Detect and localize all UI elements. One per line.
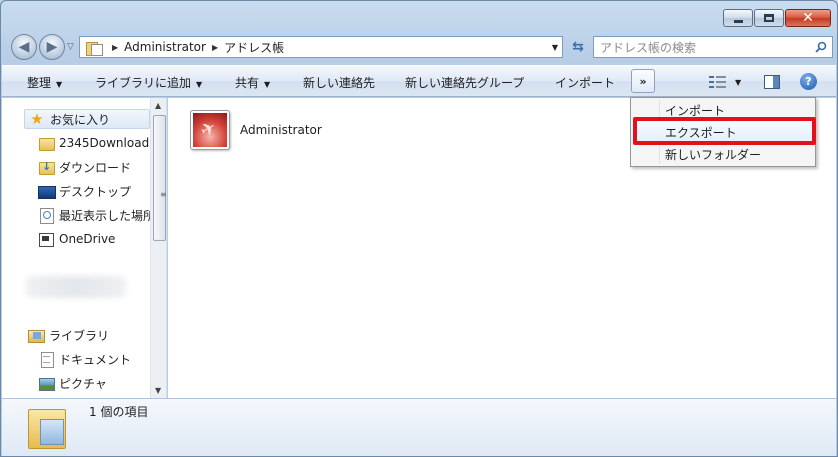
share-button[interactable]: 共有 ▼ bbox=[235, 74, 270, 91]
search-placeholder: アドレス帳の検索 bbox=[600, 40, 697, 55]
onedrive-icon bbox=[38, 231, 54, 247]
sidebar-item-label: ライブラリ bbox=[49, 328, 110, 343]
preview-pane-icon[interactable] bbox=[764, 75, 780, 89]
back-button[interactable]: ◀ bbox=[11, 34, 37, 60]
grip-icon: ≡ bbox=[160, 190, 167, 199]
downloads-folder-icon bbox=[38, 159, 55, 175]
search-input[interactable]: アドレス帳の検索 bbox=[593, 36, 833, 58]
sidebar-item-label: OneDrive bbox=[59, 232, 116, 246]
contact-icon bbox=[190, 110, 230, 150]
navigation-pane: ★ お気に入り 2345Downloads ダウンロード デスクトップ 最近表示… bbox=[2, 98, 167, 398]
menu-item-export[interactable]: エクスポート bbox=[631, 121, 815, 143]
scroll-up-icon[interactable]: ▲ bbox=[155, 101, 161, 110]
share-label: 共有 bbox=[235, 76, 260, 90]
back-arrow-icon: ◀ bbox=[18, 39, 30, 55]
address-dropdown-icon[interactable]: ▼ bbox=[552, 43, 558, 52]
more-commands-button[interactable]: » bbox=[631, 69, 655, 93]
scroll-down-icon[interactable]: ▼ bbox=[155, 386, 161, 395]
details-pane: 1 個の項目 bbox=[2, 398, 836, 456]
sidebar-item-label: ドキュメント bbox=[59, 352, 132, 367]
chevron-down-icon: ▼ bbox=[56, 80, 63, 89]
maximize-button[interactable] bbox=[754, 9, 784, 27]
sidebar-item-downloads[interactable]: ダウンロード bbox=[38, 157, 131, 177]
item-count: 1 個の項目 bbox=[89, 405, 149, 419]
refresh-icon: ⇆ bbox=[572, 39, 584, 55]
list-item[interactable]: Administrator bbox=[190, 110, 322, 150]
refresh-button[interactable]: ⇆ bbox=[567, 36, 589, 58]
breadcrumb-address-book[interactable]: アドレス帳 bbox=[224, 39, 284, 56]
organize-label: 整理 bbox=[27, 76, 52, 90]
change-view-button[interactable]: ▼ bbox=[709, 74, 741, 90]
explorer-window: ✕ ◀ ▶ ▽ ▶ Administrator ▶ アドレス帳 ▼ ⇆ アドレス… bbox=[0, 0, 838, 457]
chevron-down-icon: ▼ bbox=[735, 77, 742, 87]
sidebar-item-desktop[interactable]: デスクトップ bbox=[38, 181, 131, 201]
minimize-button[interactable] bbox=[723, 9, 753, 27]
sidebar-item-documents[interactable]: ドキュメント bbox=[38, 349, 131, 369]
nav-scrollbar[interactable]: ▲ ≡ ▼ bbox=[150, 98, 166, 398]
minimize-icon bbox=[733, 19, 743, 23]
blurred-item bbox=[26, 276, 126, 298]
overflow-menu: インポート エクスポート 新しいフォルダー bbox=[630, 97, 816, 167]
search-icon[interactable] bbox=[815, 41, 827, 53]
chevron-down-icon: ▼ bbox=[264, 80, 271, 89]
star-icon: ★ bbox=[30, 110, 44, 128]
add-to-library-label: ライブラリに追加 bbox=[95, 76, 192, 90]
contacts-folder-icon bbox=[86, 40, 103, 56]
recent-places-icon bbox=[38, 207, 54, 224]
new-contact-group-button[interactable]: 新しい連絡先グループ bbox=[405, 74, 524, 91]
maximize-icon bbox=[764, 14, 774, 22]
breadcrumb-separator-icon[interactable]: ▶ bbox=[212, 43, 218, 52]
close-icon: ✕ bbox=[802, 10, 814, 26]
address-bar[interactable]: ▶ Administrator ▶ アドレス帳 ▼ bbox=[79, 36, 563, 58]
sidebar-item-label: ダウンロード bbox=[59, 160, 132, 175]
add-to-library-button[interactable]: ライブラリに追加 ▼ bbox=[95, 74, 202, 91]
forward-arrow-icon: ▶ bbox=[46, 39, 58, 55]
contact-name: Administrator bbox=[240, 123, 322, 137]
menu-item-import[interactable]: インポート bbox=[631, 99, 815, 121]
sidebar-item-libraries[interactable]: ライブラリ bbox=[28, 325, 109, 345]
sidebar-item-label: お気に入り bbox=[50, 112, 111, 127]
forward-button[interactable]: ▶ bbox=[39, 34, 65, 60]
chevron-down-icon: ▼ bbox=[196, 80, 203, 89]
menu-item-new-folder[interactable]: 新しいフォルダー bbox=[631, 143, 815, 165]
sidebar-item-pictures[interactable]: ピクチャ bbox=[38, 373, 107, 393]
breadcrumb-administrator[interactable]: Administrator bbox=[124, 40, 206, 54]
organize-button[interactable]: 整理 ▼ bbox=[27, 74, 62, 91]
pictures-icon bbox=[38, 375, 55, 391]
views-icon bbox=[709, 74, 727, 90]
sidebar-item-onedrive[interactable]: OneDrive bbox=[38, 229, 115, 249]
import-button[interactable]: インポート bbox=[555, 74, 615, 91]
sidebar-item-2345downloads[interactable]: 2345Downloads bbox=[38, 133, 155, 153]
sidebar-item-label: 最近表示した場所 bbox=[59, 208, 156, 223]
close-button[interactable]: ✕ bbox=[785, 9, 831, 27]
command-bar: 整理 ▼ ライブラリに追加 ▼ 共有 ▼ 新しい連絡先 新しい連絡先グループ インポー… bbox=[2, 65, 836, 97]
sidebar-item-label: 2345Downloads bbox=[59, 136, 156, 150]
recent-pages-dropdown[interactable]: ▽ bbox=[67, 42, 74, 52]
new-contact-button[interactable]: 新しい連絡先 bbox=[303, 74, 375, 91]
libraries-icon bbox=[28, 327, 45, 343]
caption-buttons: ✕ bbox=[723, 9, 831, 27]
help-icon[interactable]: ? bbox=[800, 73, 817, 90]
folder-icon bbox=[38, 135, 55, 151]
desktop-icon bbox=[38, 183, 56, 199]
sidebar-item-label: ピクチャ bbox=[59, 376, 107, 391]
sidebar-item-recent-places[interactable]: 最近表示した場所 bbox=[38, 205, 155, 225]
sidebar-item-label: デスクトップ bbox=[59, 184, 132, 199]
navigation-row: ◀ ▶ ▽ ▶ Administrator ▶ アドレス帳 ▼ ⇆ アドレス帳の… bbox=[9, 33, 833, 61]
scroll-thumb[interactable]: ≡ bbox=[153, 115, 166, 241]
documents-icon bbox=[38, 351, 54, 368]
contact-photo bbox=[193, 113, 227, 147]
sidebar-item-favorites[interactable]: ★ お気に入り bbox=[24, 109, 150, 129]
contacts-folder-icon bbox=[26, 405, 66, 449]
breadcrumb-separator-icon[interactable]: ▶ bbox=[112, 43, 118, 52]
